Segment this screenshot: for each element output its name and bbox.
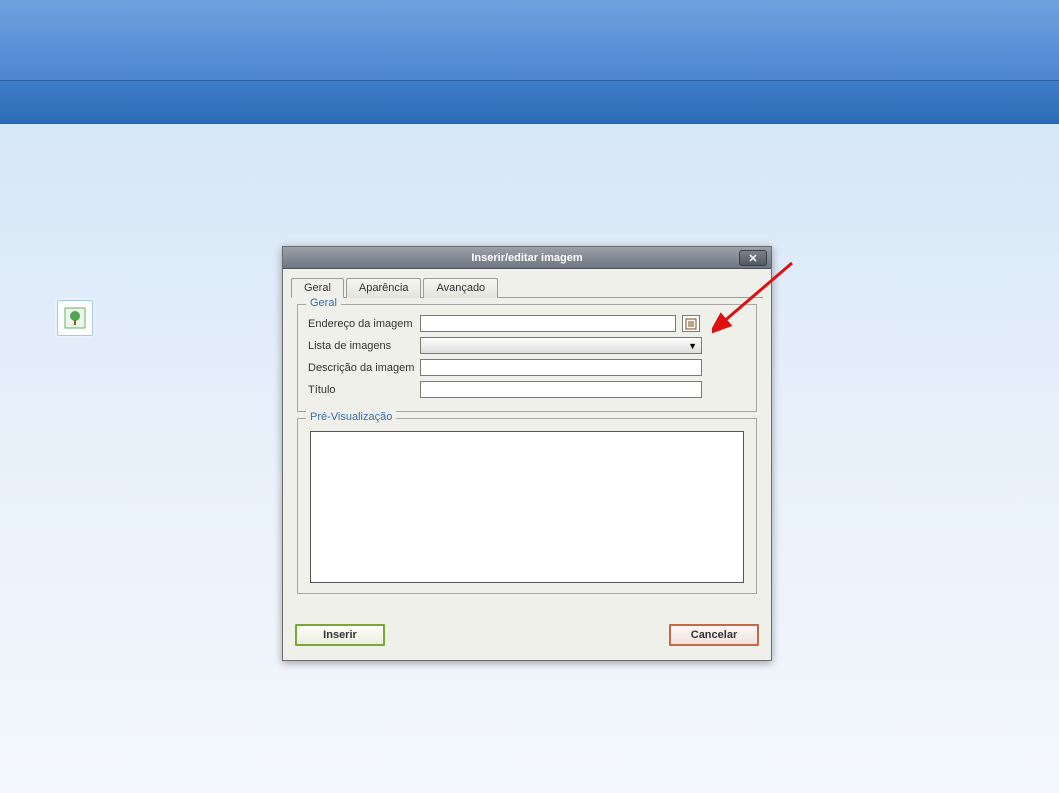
dialog-tabs: Geral Aparência Avançado (291, 277, 763, 298)
fieldset-general-legend: Geral (306, 297, 341, 309)
dialog-titlebar: Inserir/editar imagem ✕ (283, 247, 771, 269)
tab-appearance[interactable]: Aparência (346, 278, 422, 298)
fieldset-preview-legend: Pré-Visualização (306, 411, 396, 423)
tab-advanced[interactable]: Avançado (423, 278, 498, 298)
label-image-description: Descrição da imagem (308, 362, 420, 374)
image-title-input[interactable] (420, 381, 702, 398)
close-icon: ✕ (748, 252, 757, 265)
chevron-down-icon: ▼ (688, 341, 697, 351)
dialog-body: Geral Endereço da imagem Lista de imagen… (291, 298, 763, 608)
dialog-close-button[interactable]: ✕ (739, 250, 767, 266)
app-menubar (0, 80, 1059, 124)
browse-image-button[interactable] (682, 315, 700, 332)
label-image-url: Endereço da imagem (308, 318, 420, 330)
label-image-title: Título (308, 384, 420, 396)
insert-image-dialog: Inserir/editar imagem ✕ Geral Aparência … (282, 246, 772, 661)
browse-icon (685, 318, 697, 330)
image-url-input[interactable] (420, 315, 676, 332)
insert-button[interactable]: Inserir (295, 624, 385, 646)
dialog-title-text: Inserir/editar imagem (471, 252, 582, 264)
image-description-input[interactable] (420, 359, 702, 376)
tree-icon (64, 307, 86, 329)
cancel-button[interactable]: Cancelar (669, 624, 759, 646)
preview-area (310, 431, 744, 583)
editor-toolbar (0, 124, 1059, 224)
dialog-footer: Inserir Cancelar (283, 616, 771, 660)
fieldset-general: Geral Endereço da imagem Lista de imagen… (297, 304, 757, 412)
image-list-dropdown[interactable]: ▼ (420, 337, 702, 354)
insert-image-toolbar-button-secondary[interactable] (57, 300, 93, 336)
tab-general[interactable]: Geral (291, 278, 344, 298)
label-image-list: Lista de imagens (308, 340, 420, 352)
app-header (0, 0, 1059, 80)
fieldset-preview: Pré-Visualização (297, 418, 757, 594)
